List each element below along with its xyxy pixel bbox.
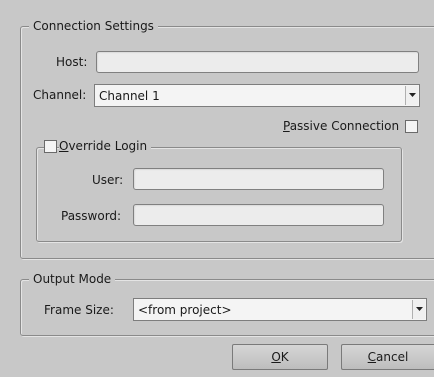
- channel-select-value: Channel 1: [99, 89, 160, 103]
- passive-connection-checkbox[interactable]: [405, 120, 418, 133]
- channel-label: Channel:: [33, 88, 87, 102]
- cancel-button[interactable]: Cancel: [341, 344, 434, 370]
- chevron-down-icon: [409, 93, 416, 97]
- channel-dropdown-button[interactable]: [405, 86, 418, 105]
- channel-select[interactable]: Channel 1: [94, 84, 420, 107]
- host-label: Host:: [56, 55, 88, 69]
- override-login-group: [36, 147, 402, 242]
- connection-settings-title: Connection Settings: [29, 19, 158, 33]
- user-input[interactable]: [133, 168, 384, 190]
- chevron-down-icon: [416, 307, 423, 311]
- override-login-checkbox[interactable]: [44, 140, 57, 153]
- ok-button[interactable]: OK: [232, 344, 328, 370]
- output-mode-title: Output Mode: [29, 272, 116, 286]
- override-login-label: Override Login: [59, 138, 152, 154]
- host-input[interactable]: [96, 51, 419, 73]
- password-label: Password:: [61, 209, 122, 223]
- frame-size-dropdown-button[interactable]: [412, 300, 425, 319]
- user-label: User:: [92, 173, 124, 187]
- frame-size-select-value: <from project>: [138, 303, 232, 317]
- frame-size-select[interactable]: <from project>: [133, 298, 427, 321]
- password-input[interactable]: [133, 204, 384, 226]
- frame-size-label: Frame Size:: [44, 303, 114, 317]
- passive-connection-label: Passive Connection: [283, 119, 400, 133]
